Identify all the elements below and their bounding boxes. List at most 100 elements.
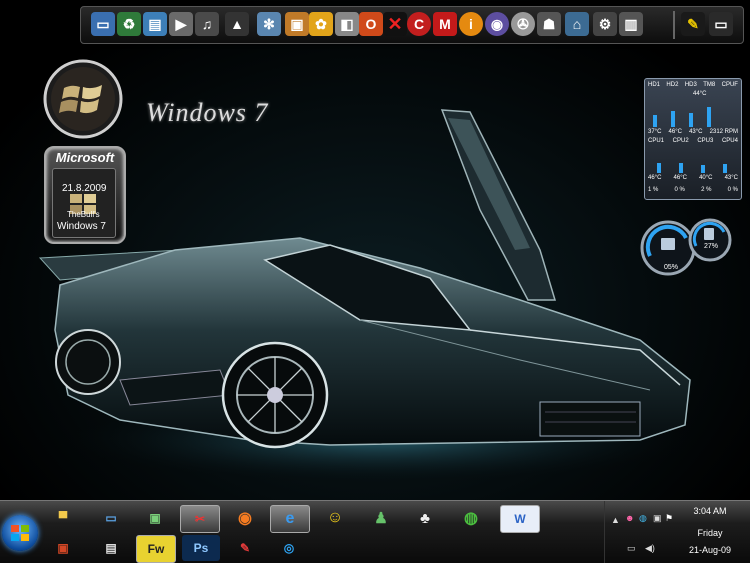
media-center-icon[interactable]: ◎ [270,535,308,561]
cpu-fan-temp: 44°C [693,91,707,97]
monitor-icon[interactable]: ▭ [709,12,733,36]
yahoo-messenger-icon[interactable]: ☺ [316,505,354,531]
settings-icon[interactable]: ⚙ [593,12,617,36]
internet-explorer-icon[interactable]: e [270,505,310,533]
powerpoint-icon[interactable]: ▣ [44,535,82,561]
film-reel-icon[interactable]: ✇ [511,12,535,36]
messenger-tray-icon[interactable]: ☻ [625,513,634,523]
security-tray-icon[interactable]: ◍ [639,513,647,524]
snowflake-icon[interactable]: ✻ [257,12,281,36]
remote-desktop-icon[interactable]: ▭ [92,505,130,531]
top-dock: ▭ ♻ ▤ ▶ ♫ ▲ ✻ ▣ ✿ ◧ O ✕ C M i ◉ ✇ ☗ ⌂ ⚙ … [80,6,744,44]
sensor-header: HD1 [648,82,661,88]
x-icon[interactable]: ✕ [383,12,407,36]
update-tray-icon[interactable]: ▣ [653,513,662,524]
cpu-labels: CPU1 CPU2 CPU3 CPU4 [648,138,738,144]
qq-icon[interactable]: ♣ [406,505,444,531]
network-monitor-icon[interactable]: ▣ [136,505,174,531]
sensor-header: CPUF [721,82,738,88]
sunflower-icon[interactable]: ✿ [309,12,333,36]
info-icon[interactable]: i [459,12,483,36]
cpu-temp: 43°C [724,175,738,181]
sensor-header: HD3 [684,82,697,88]
dvd-icon[interactable]: ◉ [485,12,509,36]
gauge-right-value: 27% [704,243,718,250]
notepad-icon[interactable]: ▤ [92,535,130,561]
cpu-usage-value: 0 % [727,187,738,193]
dock-separator [673,11,675,39]
paint-icon[interactable]: ✎ [226,535,264,561]
cpu-memory-gauge-gadget[interactable]: 05% 27% [640,216,734,278]
clock-date[interactable]: 21-Aug-09 [684,545,736,555]
cpu-label: CPU2 [672,138,689,144]
cpu-usage-value: 2 % [701,187,712,193]
windows-orb-logo [43,59,123,139]
clock-day[interactable]: Friday [690,528,730,538]
rocket-icon[interactable]: ▲ [225,12,249,36]
volume-icon[interactable]: ◀) [645,543,655,554]
cpu-usage-value: 0 % [674,187,685,193]
sensor-temp: 37°C [648,129,662,135]
temp-bar [707,107,711,127]
sensor-temps: 37°C 46°C 43°C 2312 RPM [648,129,738,135]
sensor-header: TM8 [703,82,716,88]
image-viewer-icon[interactable]: ◧ [335,12,359,36]
cpu-temps: 46°C 46°C 40°C 43°C [648,175,738,181]
cpu-bar [679,163,683,173]
package-icon[interactable]: ▣ [285,12,309,36]
sensor-temp: 2312 RPM [709,129,738,135]
word-icon[interactable]: W [500,505,540,533]
recycle-bin-icon[interactable]: ♻ [117,12,141,36]
tools-icon[interactable]: ✎ [681,12,705,36]
cpu-temp: 40°C [699,175,713,181]
action-center-flag-icon[interactable]: ⚑ [665,513,673,524]
media-player-icon[interactable]: ▶ [169,12,193,36]
fireworks-icon[interactable]: Fw [136,535,176,563]
badge-screen: 21.8.2009 TheBull's Windows 7 [52,168,116,238]
microsoft-badge: Microsoft 21.8.2009 TheBull's Windows 7 [44,146,126,244]
windows-flag-icon [11,525,29,541]
cpu-bar [657,163,661,173]
cpu-label: CPU3 [697,138,714,144]
cpu-temp: 46°C [648,175,662,181]
cpu-bar [701,165,705,173]
user-icon[interactable]: ☗ [537,12,561,36]
firefox-icon[interactable]: ◉ [226,505,264,531]
utorrent-icon[interactable]: ◍ [452,505,490,531]
badge-author: TheBull's [67,210,100,219]
badge-edition: Windows 7 [57,221,106,232]
computer-icon[interactable]: ▭ [91,12,115,36]
temp-bar [653,115,657,127]
cpu-label: CPU1 [648,138,665,144]
sensor-headers: HD1 HD2 HD3 TM8 CPUF [648,82,738,88]
opera-icon[interactable]: O [359,12,383,36]
music-icon[interactable]: ♫ [195,12,219,36]
sensor-header: HD2 [666,82,679,88]
network-tray-icon[interactable]: ▭ [627,543,636,554]
folder-icon[interactable]: ▀ [44,505,82,531]
microsoft-wordmark: Microsoft [55,150,115,165]
cpu-label: CPU4 [721,138,738,144]
ccleaner-icon[interactable]: C [407,12,431,36]
control-panel-icon[interactable]: ▤ [143,12,167,36]
live-messenger-icon[interactable]: ♟ [362,505,400,531]
temp-bar [671,111,675,127]
start-button[interactable] [2,515,38,551]
network-icon[interactable]: ⌂ [565,12,589,36]
temp-bars [651,101,735,127]
mcafee-icon[interactable]: M [433,12,457,36]
cpu-bar [723,164,727,173]
system-sensor-gadget[interactable]: HD1 HD2 HD3 TM8 CPUF 44°C 37°C 46°C 43°C… [644,78,742,200]
cpu-temp: 46°C [673,175,687,181]
photoshop-icon[interactable]: Ps [182,535,220,561]
clock-time[interactable]: 3:04 AM [690,506,730,516]
snipping-tool-icon[interactable]: ✂ [180,505,220,533]
show-hidden-icons-icon[interactable]: ▲ [611,515,620,525]
cpu-bars [651,147,735,173]
windows-7-logo-text: Windows 7 [146,98,269,127]
document-icon[interactable]: ▥ [619,12,643,36]
sensor-temp: 43°C [689,129,703,135]
cpu-usage-value: 1 % [648,187,659,193]
sensor-temp: 46°C [668,129,682,135]
taskbar: ▀ ▭ ▣ ✂ ◉ e ☺ ♟ ♣ ◍ W ▣ ▤ Fw Ps ✎ ◎ ▲ ☻ … [0,500,750,563]
